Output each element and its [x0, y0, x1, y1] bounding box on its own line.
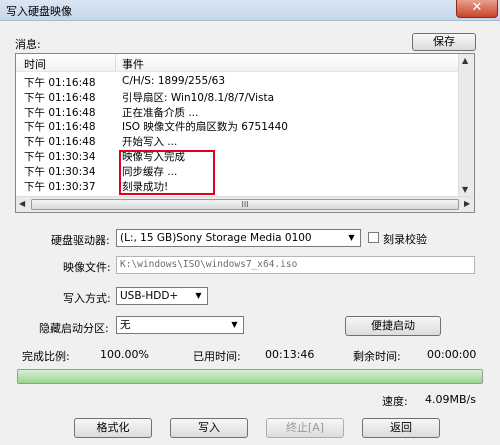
close-button[interactable]: ✕ [456, 0, 498, 18]
image-file-field[interactable]: K:\windows\ISO\windows7_x64.iso [116, 256, 475, 274]
ratio-label: 完成比例: [22, 350, 70, 363]
save-button[interactable]: 保存 [412, 33, 476, 51]
log-row[interactable]: 下午 01:30:34 映像写入完成 [16, 149, 466, 163]
log-event: C/H/S: 1899/255/63 [122, 75, 226, 87]
elapsed-value: 00:13:46 [265, 348, 315, 361]
log-time: 下午 01:16:48 [24, 136, 96, 149]
log-time: 下午 01:30:34 [24, 165, 96, 178]
log-row[interactable]: 下午 01:30:37 刻录成功! [16, 179, 466, 193]
window-title: 写入硬盘映像 [6, 5, 72, 18]
scrollbar-thumb[interactable]: III [31, 199, 459, 210]
chevron-down-icon: ▼ [195, 291, 202, 300]
column-header-time: 时间 [24, 58, 46, 71]
log-header: 时间 事件 [16, 54, 466, 72]
log-time: 下午 01:30:37 [24, 180, 96, 193]
highlight-box [119, 150, 215, 195]
log-row[interactable]: 下午 01:16:48 正在准备介质 ... [16, 105, 466, 119]
scroll-left-icon[interactable]: ◀ [19, 199, 25, 208]
chevron-down-icon: ▼ [231, 320, 238, 329]
horizontal-scrollbar[interactable]: ◀ III ▶ [16, 196, 474, 212]
write-method-value: USB-HDD+ [120, 290, 179, 302]
log-event: 开始写入 ... [122, 136, 178, 149]
log-time: 下午 01:16:48 [24, 121, 96, 134]
log-event: 正在准备介质 ... [122, 106, 199, 119]
message-log[interactable]: 时间 事件 下午 01:16:48 C/H/S: 1899/255/63 下午 01… [15, 53, 475, 213]
speed-value: 4.09MB/s [425, 393, 476, 406]
stop-button[interactable]: 终止[A] [266, 418, 344, 438]
column-header-event: 事件 [122, 58, 144, 71]
verify-checkbox[interactable] [368, 232, 379, 243]
image-file-label: 映像文件: [63, 261, 111, 274]
scroll-down-icon[interactable]: ▼ [462, 185, 468, 194]
log-row[interactable]: 下午 01:16:48 引导扇区: Win10/8.1/8/7/Vista [16, 90, 466, 104]
remaining-value: 00:00:00 [427, 348, 477, 361]
progress-bar [17, 369, 483, 384]
ratio-value: 100.00% [100, 348, 149, 361]
progress-fill [18, 370, 482, 383]
log-time: 下午 01:16:48 [24, 106, 96, 119]
messages-label: 消息: [15, 38, 41, 51]
write-method-select[interactable]: USB-HDD+ ▼ [116, 287, 208, 305]
drive-value: (L:, 15 GB)Sony Storage Media 0100 [120, 232, 312, 244]
format-button[interactable]: 格式化 [74, 418, 152, 438]
log-time: 下午 01:16:48 [24, 77, 96, 89]
log-event: ISO 映像文件的扇区数为 6751440 [122, 121, 288, 134]
log-event: 引导扇区: Win10/8.1/8/7/Vista [122, 91, 275, 104]
remaining-label: 剩余时间: [353, 350, 401, 363]
log-row[interactable]: 下午 01:16:48 ISO 映像文件的扇区数为 6751440 [16, 119, 466, 134]
write-method-label: 写入方式: [63, 292, 111, 305]
log-time: 下午 01:30:34 [24, 151, 96, 163]
scroll-up-icon[interactable]: ▲ [462, 56, 468, 65]
log-row[interactable]: 下午 01:16:48 开始写入 ... [16, 134, 466, 149]
elapsed-label: 已用时间: [193, 350, 241, 363]
hidden-partition-value: 无 [120, 319, 131, 331]
scroll-right-icon[interactable]: ▶ [464, 199, 470, 208]
title-bar: 写入硬盘映像 ✕ [0, 0, 500, 21]
hidden-partition-label: 隐藏启动分区: [39, 322, 109, 335]
verify-label: 刻录校验 [383, 233, 427, 246]
drive-label: 硬盘驱动器: [51, 234, 110, 247]
chevron-down-icon: ▼ [348, 233, 355, 242]
write-button[interactable]: 写入 [170, 418, 248, 438]
close-icon: ✕ [471, 0, 483, 15]
log-time: 下午 01:16:48 [24, 91, 96, 104]
quick-boot-button[interactable]: 便捷启动 [345, 316, 441, 336]
back-button[interactable]: 返回 [362, 418, 440, 438]
hidden-partition-select[interactable]: 无 ▼ [116, 316, 244, 334]
log-row[interactable]: 下午 01:16:48 C/H/S: 1899/255/63 [16, 75, 466, 89]
log-row[interactable]: 下午 01:30:34 同步缓存 ... [16, 164, 466, 178]
speed-label: 速度: [382, 395, 408, 408]
vertical-scrollbar[interactable]: ▲ ▼ [458, 54, 474, 196]
drive-select[interactable]: (L:, 15 GB)Sony Storage Media 0100 ▼ [116, 229, 361, 247]
